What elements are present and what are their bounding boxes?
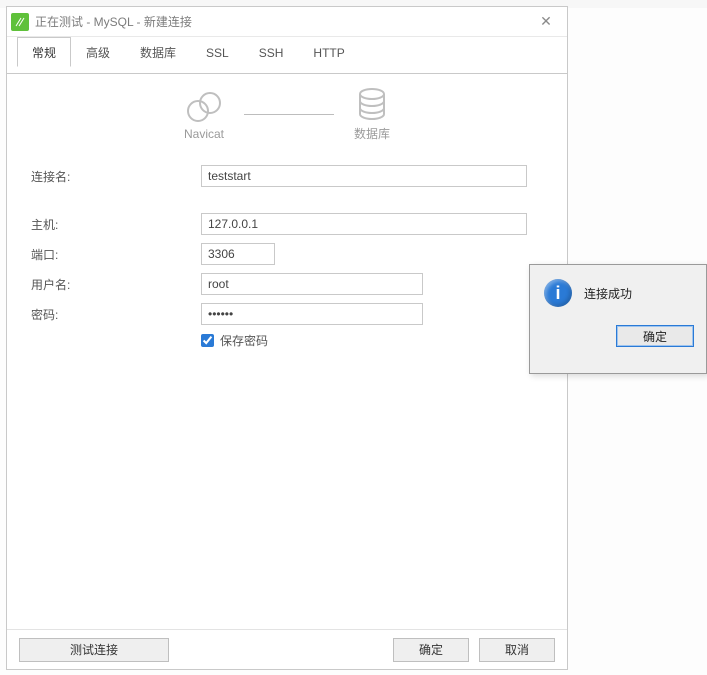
tab-ssl[interactable]: SSL — [191, 37, 244, 67]
tab-advanced[interactable]: 高级 — [71, 37, 125, 67]
tab-ssh[interactable]: SSH — [244, 37, 299, 67]
illustration-navicat-label: Navicat — [184, 127, 224, 141]
row-port: 端口: — [31, 242, 543, 266]
label-port: 端口: — [31, 246, 201, 263]
message-footer: 确定 — [530, 315, 706, 357]
input-username[interactable] — [201, 273, 423, 295]
label-host: 主机: — [31, 216, 201, 233]
row-password: 密码: — [31, 302, 543, 326]
input-port[interactable] — [201, 243, 275, 265]
input-connection-name[interactable] — [201, 165, 527, 187]
tab-http[interactable]: HTTP — [298, 37, 359, 67]
dialog-footer: 测试连接 确定 取消 — [7, 629, 567, 669]
row-connection-name: 连接名: — [31, 164, 543, 188]
input-host[interactable] — [201, 213, 527, 235]
illustration-connector-line — [244, 114, 334, 115]
footer-right-buttons: 确定 取消 — [393, 638, 555, 662]
input-password[interactable] — [201, 303, 423, 325]
label-connection-name: 连接名: — [31, 168, 201, 185]
row-host: 主机: — [31, 212, 543, 236]
database-icon — [355, 87, 389, 121]
label-save-password: 保存密码 — [220, 332, 268, 349]
illustration-navicat: Navicat — [184, 89, 224, 141]
navicat-logo-icon — [184, 89, 224, 123]
tabs-border — [7, 73, 567, 74]
info-icon: i — [544, 279, 572, 307]
tabs: 常规 高级 数据库 SSL SSH HTTP — [7, 37, 567, 67]
message-text: 连接成功 — [584, 285, 632, 302]
cancel-button[interactable]: 取消 — [479, 638, 555, 662]
message-ok-button[interactable]: 确定 — [616, 325, 694, 347]
navicat-app-icon — [11, 13, 29, 31]
new-connection-dialog: 正在测试 - MySQL - 新建连接 ✕ 常规 高级 数据库 SSL SSH … — [6, 6, 568, 670]
message-box: i 连接成功 确定 — [529, 264, 707, 374]
message-body: i 连接成功 — [530, 265, 706, 315]
tab-general[interactable]: 常规 — [17, 37, 71, 67]
form: 连接名: 主机: 端口: 用户名: 密码: 保存密码 — [7, 152, 567, 361]
dialog-title: 正在测试 - MySQL - 新建连接 — [35, 13, 531, 30]
test-connection-button[interactable]: 测试连接 — [19, 638, 169, 662]
illustration-database-label: 数据库 — [354, 125, 390, 142]
row-username: 用户名: — [31, 272, 543, 296]
label-username: 用户名: — [31, 276, 201, 293]
checkbox-save-password[interactable] — [201, 334, 214, 347]
close-icon[interactable]: ✕ — [531, 7, 561, 37]
ok-button[interactable]: 确定 — [393, 638, 469, 662]
titlebar: 正在测试 - MySQL - 新建连接 ✕ — [7, 7, 567, 37]
row-save-password: 保存密码 — [31, 332, 543, 349]
tab-database[interactable]: 数据库 — [125, 37, 191, 67]
label-password: 密码: — [31, 306, 201, 323]
illustration-row: Navicat 数据库 — [7, 67, 567, 152]
illustration-database: 数据库 — [354, 87, 390, 142]
